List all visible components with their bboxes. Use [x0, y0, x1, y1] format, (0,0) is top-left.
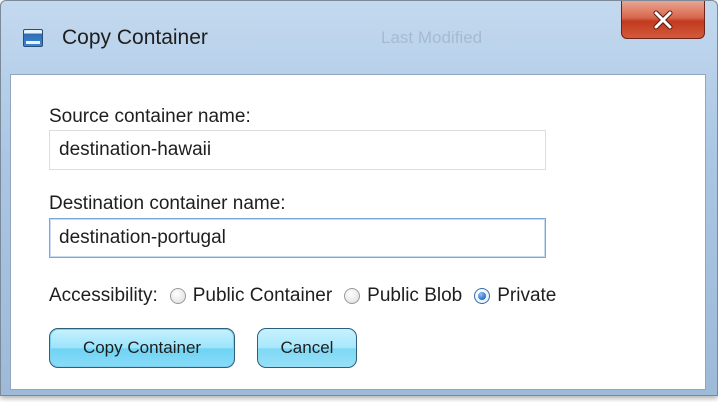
copy-container-button[interactable]: Copy Container [49, 328, 235, 368]
radio-public-container-label: Public Container [192, 285, 333, 306]
dialog-content: Source container name: Destination conta… [10, 74, 706, 390]
cancel-button[interactable]: Cancel [257, 328, 357, 368]
background-window-title: Last Modified [381, 28, 483, 47]
source-container-input[interactable] [49, 130, 546, 170]
close-button[interactable] [621, 1, 705, 39]
window-title: Copy Container [62, 26, 208, 49]
radio-public-blob[interactable]: Public Blob [344, 285, 462, 307]
accessibility-label: Accessibility: [49, 285, 158, 306]
title-bar[interactable]: Copy Container Last Modified [1, 1, 717, 75]
destination-container-label: Destination container name: [49, 193, 286, 214]
app-window-icon [23, 29, 43, 47]
radio-public-blob-label: Public Blob [367, 285, 463, 306]
radio-button-selected-icon[interactable] [474, 288, 491, 304]
destination-container-input[interactable] [49, 218, 546, 258]
radio-public-container[interactable]: Public Container [169, 285, 333, 307]
source-container-label: Source container name: [49, 106, 251, 127]
close-x-icon [622, 1, 704, 38]
radio-private[interactable]: Private [474, 285, 556, 307]
radio-button-icon[interactable] [169, 288, 186, 304]
copy-container-dialog: Copy Container Last Modified Source cont… [0, 0, 718, 396]
radio-private-label: Private [497, 285, 557, 306]
accessibility-radio-group: Accessibility: Public Container Public B… [49, 281, 556, 311]
radio-button-icon[interactable] [344, 288, 361, 304]
